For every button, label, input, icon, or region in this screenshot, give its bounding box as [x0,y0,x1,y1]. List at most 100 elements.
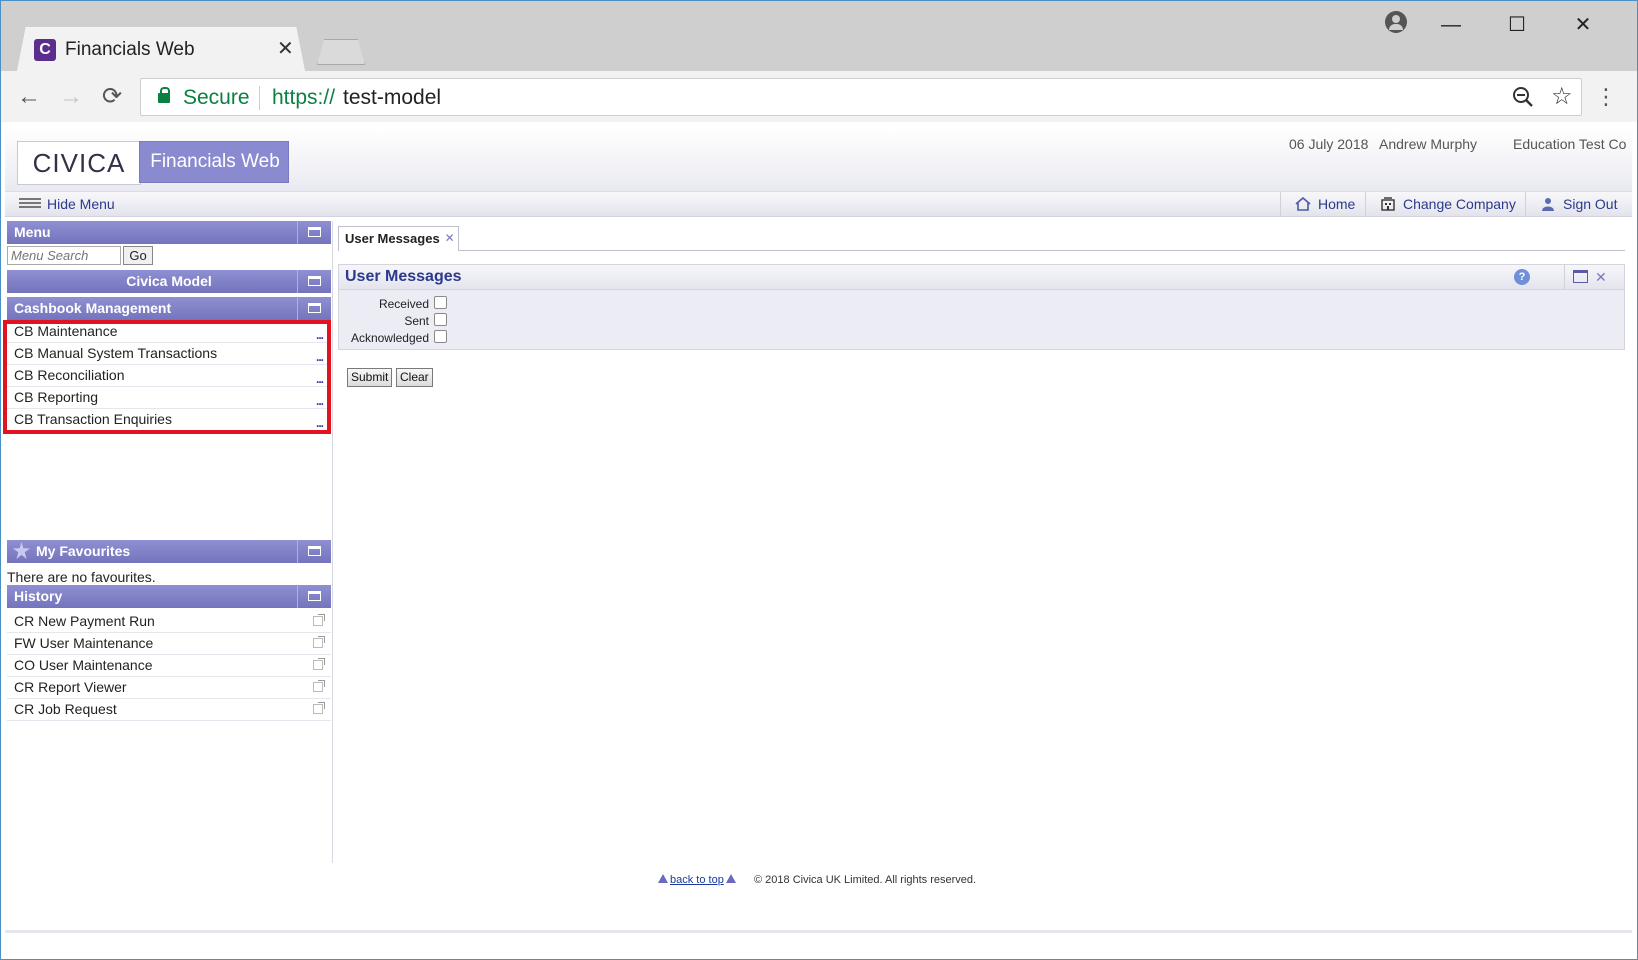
app-frame: CIVICA Financials Web 06 July 2018 Andre… [0,122,1638,960]
back-button[interactable]: ← [13,81,45,113]
history-title: History [14,588,63,604]
main-content: User Messages ✕ User Messages ? ✕ Receiv… [338,222,1625,862]
submit-button[interactable]: Submit [347,368,393,387]
back-to-top-link[interactable]: back to top [656,873,738,887]
sidebar: Menu Go Civica Model Cashbook Management… [7,221,333,863]
window-close-button[interactable]: ✕ [1560,11,1606,39]
menu-window-icon[interactable] [297,221,331,244]
no-favourites-text: There are no favourites. [7,569,156,585]
user-icon [1542,198,1554,211]
favourites-window-icon[interactable] [297,540,331,563]
account-icon[interactable] [1385,11,1407,33]
filter-form: Received Sent Acknowledged [338,290,1625,350]
filter-received-row: Received [339,295,769,313]
home-icon [1295,197,1311,211]
sent-checkbox[interactable] [434,313,447,326]
history-item-label: CO User Maintenance [14,657,153,673]
open-window-icon[interactable] [313,636,325,648]
change-company-link[interactable]: Change Company [1365,192,1520,216]
home-label: Home [1318,196,1356,212]
home-link[interactable]: Home [1280,192,1375,216]
sent-label: Sent [404,314,429,328]
received-checkbox[interactable] [434,296,447,309]
change-company-label: Change Company [1403,196,1516,212]
header-date: 06 July 2018 [1289,136,1369,152]
cashbook-section-header[interactable]: Cashbook Management [7,297,331,320]
clear-button[interactable]: Clear [396,368,433,387]
tab-user-messages[interactable]: User Messages ✕ [338,226,459,251]
history-item-co-user-maintenance[interactable]: CO User Maintenance [7,655,331,677]
civica-logo: CIVICA [17,141,141,185]
section-up-icon[interactable] [297,297,331,320]
product-name: Financials Web [150,151,280,172]
product-banner: Financials Web [139,141,289,183]
hide-menu-label: Hide Menu [47,196,115,212]
tab-label: User Messages [345,231,440,246]
browser-toolbar: ← → ⟳ Secure https:// test-model ☆ ⋮ [1,71,1637,124]
panel-tools: ✕ [1564,265,1625,289]
new-tab-button[interactable] [317,39,365,65]
minimize-button[interactable]: — [1428,11,1474,39]
history-item-label: FW User Maintenance [14,635,154,651]
tab-close-icon[interactable]: ✕ [277,37,294,61]
browser-menu-icon[interactable]: ⋮ [1595,81,1617,113]
reload-button[interactable]: ⟳ [96,81,128,113]
open-window-icon[interactable] [313,658,325,670]
forward-button[interactable]: → [55,81,87,113]
tab-close-icon[interactable]: ✕ [445,227,455,249]
app-nav-bar: Hide Menu Home Change Company Sign Out [5,192,1632,217]
menu-search-input[interactable] [7,246,121,265]
sign-out-label: Sign Out [1563,196,1618,212]
url-scheme: https:// [272,86,336,109]
lock-icon [158,87,170,103]
logo-text: CIVICA [32,148,126,178]
model-panel-header[interactable]: Civica Model [7,270,331,293]
header-company: Education Test Co [1513,136,1627,152]
panel-title: User Messages [345,268,462,285]
header-user: Andrew Murphy [1379,136,1478,152]
help-icon[interactable]: ? [1514,269,1530,285]
security-label: Secure [183,86,250,109]
window-icon[interactable] [1573,270,1588,283]
content-tab-bar: User Messages ✕ [338,222,1625,251]
history-item-label: CR Report Viewer [14,679,127,695]
model-window-icon[interactable] [297,270,331,293]
panel-close-icon[interactable]: ✕ [1595,267,1607,287]
go-button[interactable]: Go [123,246,153,265]
open-window-icon[interactable] [313,702,325,714]
browser-chrome: C Financials Web ✕ — ☐ ✕ ← → ⟳ Secure ht… [0,0,1638,124]
open-window-icon[interactable] [313,680,325,692]
sign-out-link[interactable]: Sign Out [1525,192,1635,216]
up-arrow-icon [725,874,736,883]
building-icon [1381,197,1395,211]
filter-acknowledged-row: Acknowledged [339,329,769,347]
address-separator [259,86,260,110]
app-header: CIVICA Financials Web 06 July 2018 Andre… [5,128,1632,192]
zoom-icon[interactable] [1511,85,1535,109]
civica-favicon-icon: C [34,39,56,61]
open-window-icon[interactable] [313,614,325,626]
history-item-cr-new-payment-run[interactable]: CR New Payment Run [7,611,331,633]
received-label: Received [378,297,429,311]
bottom-divider [5,930,1632,933]
favourites-star-icon [13,542,30,559]
hide-menu-button[interactable]: Hide Menu [19,195,115,213]
bookmark-star-icon[interactable]: ☆ [1551,83,1573,111]
favourites-title: My Favourites [36,543,131,559]
maximize-button[interactable]: ☐ [1494,11,1540,39]
tab-strip: C Financials Web ✕ — ☐ ✕ [1,1,1637,71]
menu-panel-header: Menu [7,221,331,244]
history-window-icon[interactable] [297,585,331,608]
menu-search-row: Go [7,245,331,267]
footer: back to top © 2018 Civica UK Limited. Al… [1,870,1638,890]
history-item-fw-user-maintenance[interactable]: FW User Maintenance [7,633,331,655]
history-item-cr-report-viewer[interactable]: CR Report Viewer [7,677,331,699]
up-arrow-icon [658,874,668,883]
history-panel-header: History [7,585,331,608]
address-bar[interactable]: Secure https:// test-model ☆ [140,78,1582,116]
history-item-cr-job-request[interactable]: CR Job Request [7,699,331,721]
acknowledged-checkbox[interactable] [434,330,447,343]
favourites-panel-header: My Favourites [7,540,331,563]
history-item-label: CR Job Request [14,701,117,717]
url-host: test-model [343,86,442,109]
